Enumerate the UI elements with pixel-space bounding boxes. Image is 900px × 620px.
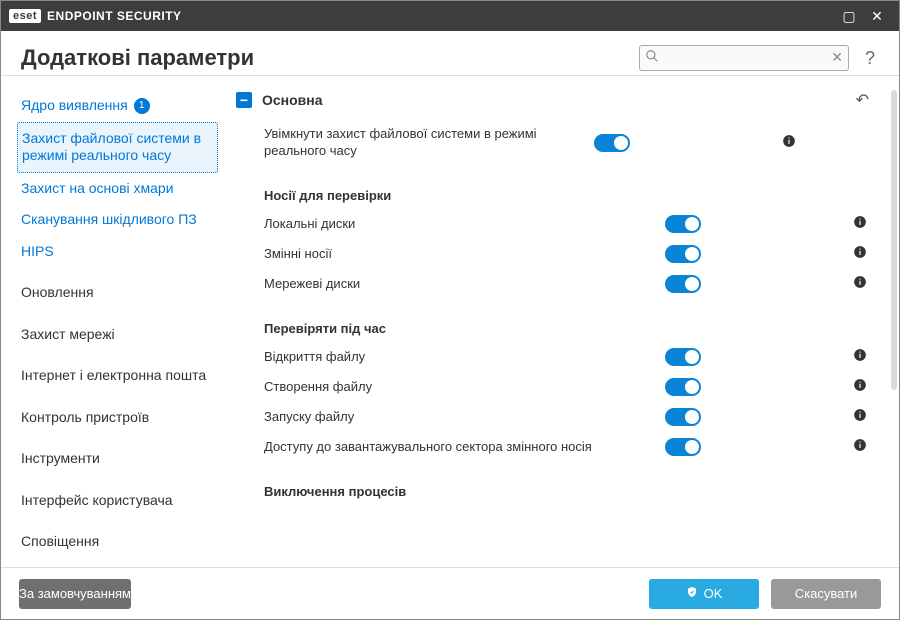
clear-search-icon[interactable]: ✕	[831, 49, 843, 66]
sidebar-item-label: Ядро виявлення	[21, 97, 128, 115]
sidebar-item-hips[interactable]: HIPS	[17, 236, 218, 268]
row-enable-realtime: Увімкнути захист файлової системи в режи…	[236, 120, 869, 166]
setting-label: Запуску файлу	[264, 409, 665, 424]
subsection-media: Носії для перевірки	[236, 166, 869, 209]
sidebar-item-label: Захист файлової системи в режимі реально…	[22, 130, 201, 164]
search-icon	[645, 49, 659, 66]
sidebar-item-network-protection[interactable]: Захист мережі	[17, 319, 218, 351]
info-icon[interactable]	[851, 378, 869, 395]
footer: За замовчуванням OK Скасувати	[1, 567, 899, 619]
sidebar-item-malware-scan[interactable]: Сканування шкідливого ПЗ	[17, 204, 218, 236]
row-boot-sector-access: Доступу до завантажувального сектора змі…	[236, 432, 869, 462]
info-icon[interactable]	[851, 408, 869, 425]
info-icon[interactable]	[780, 134, 798, 151]
row-network-drives: Мережеві диски	[236, 269, 869, 299]
sidebar: Ядро виявлення 1 Захист файлової системи…	[1, 76, 226, 567]
subsection-process-exclusions: Виключення процесів	[236, 462, 869, 505]
toggle-file-execute[interactable]	[665, 408, 701, 426]
search-field-wrap: ✕	[639, 45, 849, 71]
sidebar-item-detection-core[interactable]: Ядро виявлення 1	[17, 90, 218, 122]
sidebar-item-label: Захист мережі	[21, 326, 115, 342]
sidebar-item-label: Сповіщення	[21, 533, 99, 549]
row-file-open: Відкриття файлу	[236, 342, 869, 372]
row-removable-media: Змінні носії	[236, 239, 869, 269]
setting-label: Мережеві диски	[264, 276, 665, 291]
subsection-scanon: Перевіряти під час	[236, 299, 869, 342]
brand-text: ENDPOINT SECURITY	[47, 9, 182, 23]
ok-button-label: OK	[704, 586, 723, 601]
toggle-network-drives[interactable]	[665, 275, 701, 293]
section-title: Основна	[262, 92, 846, 108]
scrollbar[interactable]	[891, 90, 897, 390]
toggle-enable-realtime[interactable]	[594, 134, 630, 152]
sidebar-item-update[interactable]: Оновлення	[17, 277, 218, 309]
toggle-boot-sector-access[interactable]	[665, 438, 701, 456]
app-brand: eset ENDPOINT SECURITY	[9, 9, 182, 23]
page-title: Додаткові параметри	[21, 45, 254, 71]
page-header: Додаткові параметри ✕ ?	[1, 31, 899, 76]
toggle-local-drives[interactable]	[665, 215, 701, 233]
sidebar-item-label: HIPS	[21, 243, 54, 259]
ok-button[interactable]: OK	[649, 579, 759, 609]
setting-label: Увімкнути захист файлової системи в режи…	[264, 126, 594, 160]
row-file-execute: Запуску файлу	[236, 402, 869, 432]
help-button[interactable]: ?	[861, 48, 879, 69]
info-icon[interactable]	[851, 215, 869, 232]
window-maximize-button[interactable]: ▢	[835, 8, 863, 25]
info-icon[interactable]	[851, 245, 869, 262]
sidebar-item-device-control[interactable]: Контроль пристроїв	[17, 402, 218, 434]
sidebar-item-tools[interactable]: Інструменти	[17, 443, 218, 475]
info-icon[interactable]	[851, 438, 869, 455]
info-icon[interactable]	[851, 275, 869, 292]
sidebar-item-cloud-protection[interactable]: Захист на основі хмари	[17, 173, 218, 205]
shield-check-icon	[686, 586, 698, 601]
cancel-button[interactable]: Скасувати	[771, 579, 881, 609]
row-local-drives: Локальні диски	[236, 209, 869, 239]
sidebar-item-label: Інструменти	[21, 450, 100, 466]
sidebar-item-label: Сканування шкідливого ПЗ	[21, 211, 197, 227]
badge-count: 1	[134, 98, 150, 114]
toggle-removable-media[interactable]	[665, 245, 701, 263]
sidebar-item-label: Інтернет і електронна пошта	[21, 367, 206, 383]
sidebar-item-label: Контроль пристроїв	[21, 409, 149, 425]
toggle-file-open[interactable]	[665, 348, 701, 366]
defaults-button[interactable]: За замовчуванням	[19, 579, 131, 609]
setting-label: Локальні диски	[264, 216, 665, 231]
sidebar-item-label: Оновлення	[21, 284, 94, 300]
sidebar-item-label: Захист на основі хмари	[21, 180, 174, 196]
setting-label: Доступу до завантажувального сектора змі…	[264, 439, 665, 454]
setting-label: Відкриття файлу	[264, 349, 665, 364]
brand-mark: eset	[9, 9, 41, 23]
setting-label: Створення файлу	[264, 379, 665, 394]
revert-icon[interactable]: ↶	[856, 90, 869, 110]
search-input[interactable]	[639, 45, 849, 71]
row-file-create: Створення файлу	[236, 372, 869, 402]
sidebar-item-notifications[interactable]: Сповіщення	[17, 526, 218, 558]
sidebar-item-web-email[interactable]: Інтернет і електронна пошта	[17, 360, 218, 392]
toggle-file-create[interactable]	[665, 378, 701, 396]
content-panel: − Основна ↶ Увімкнути захист файлової си…	[226, 76, 899, 567]
sidebar-item-ui[interactable]: Інтерфейс користувача	[17, 485, 218, 517]
window-close-button[interactable]: ✕	[863, 8, 891, 25]
setting-label: Змінні носії	[264, 246, 665, 261]
sidebar-item-realtime-fs[interactable]: Захист файлової системи в режимі реально…	[17, 122, 218, 173]
collapse-toggle[interactable]: −	[236, 92, 252, 108]
sidebar-item-label: Інтерфейс користувача	[21, 492, 173, 508]
info-icon[interactable]	[851, 348, 869, 365]
titlebar: eset ENDPOINT SECURITY ▢ ✕	[1, 1, 899, 31]
